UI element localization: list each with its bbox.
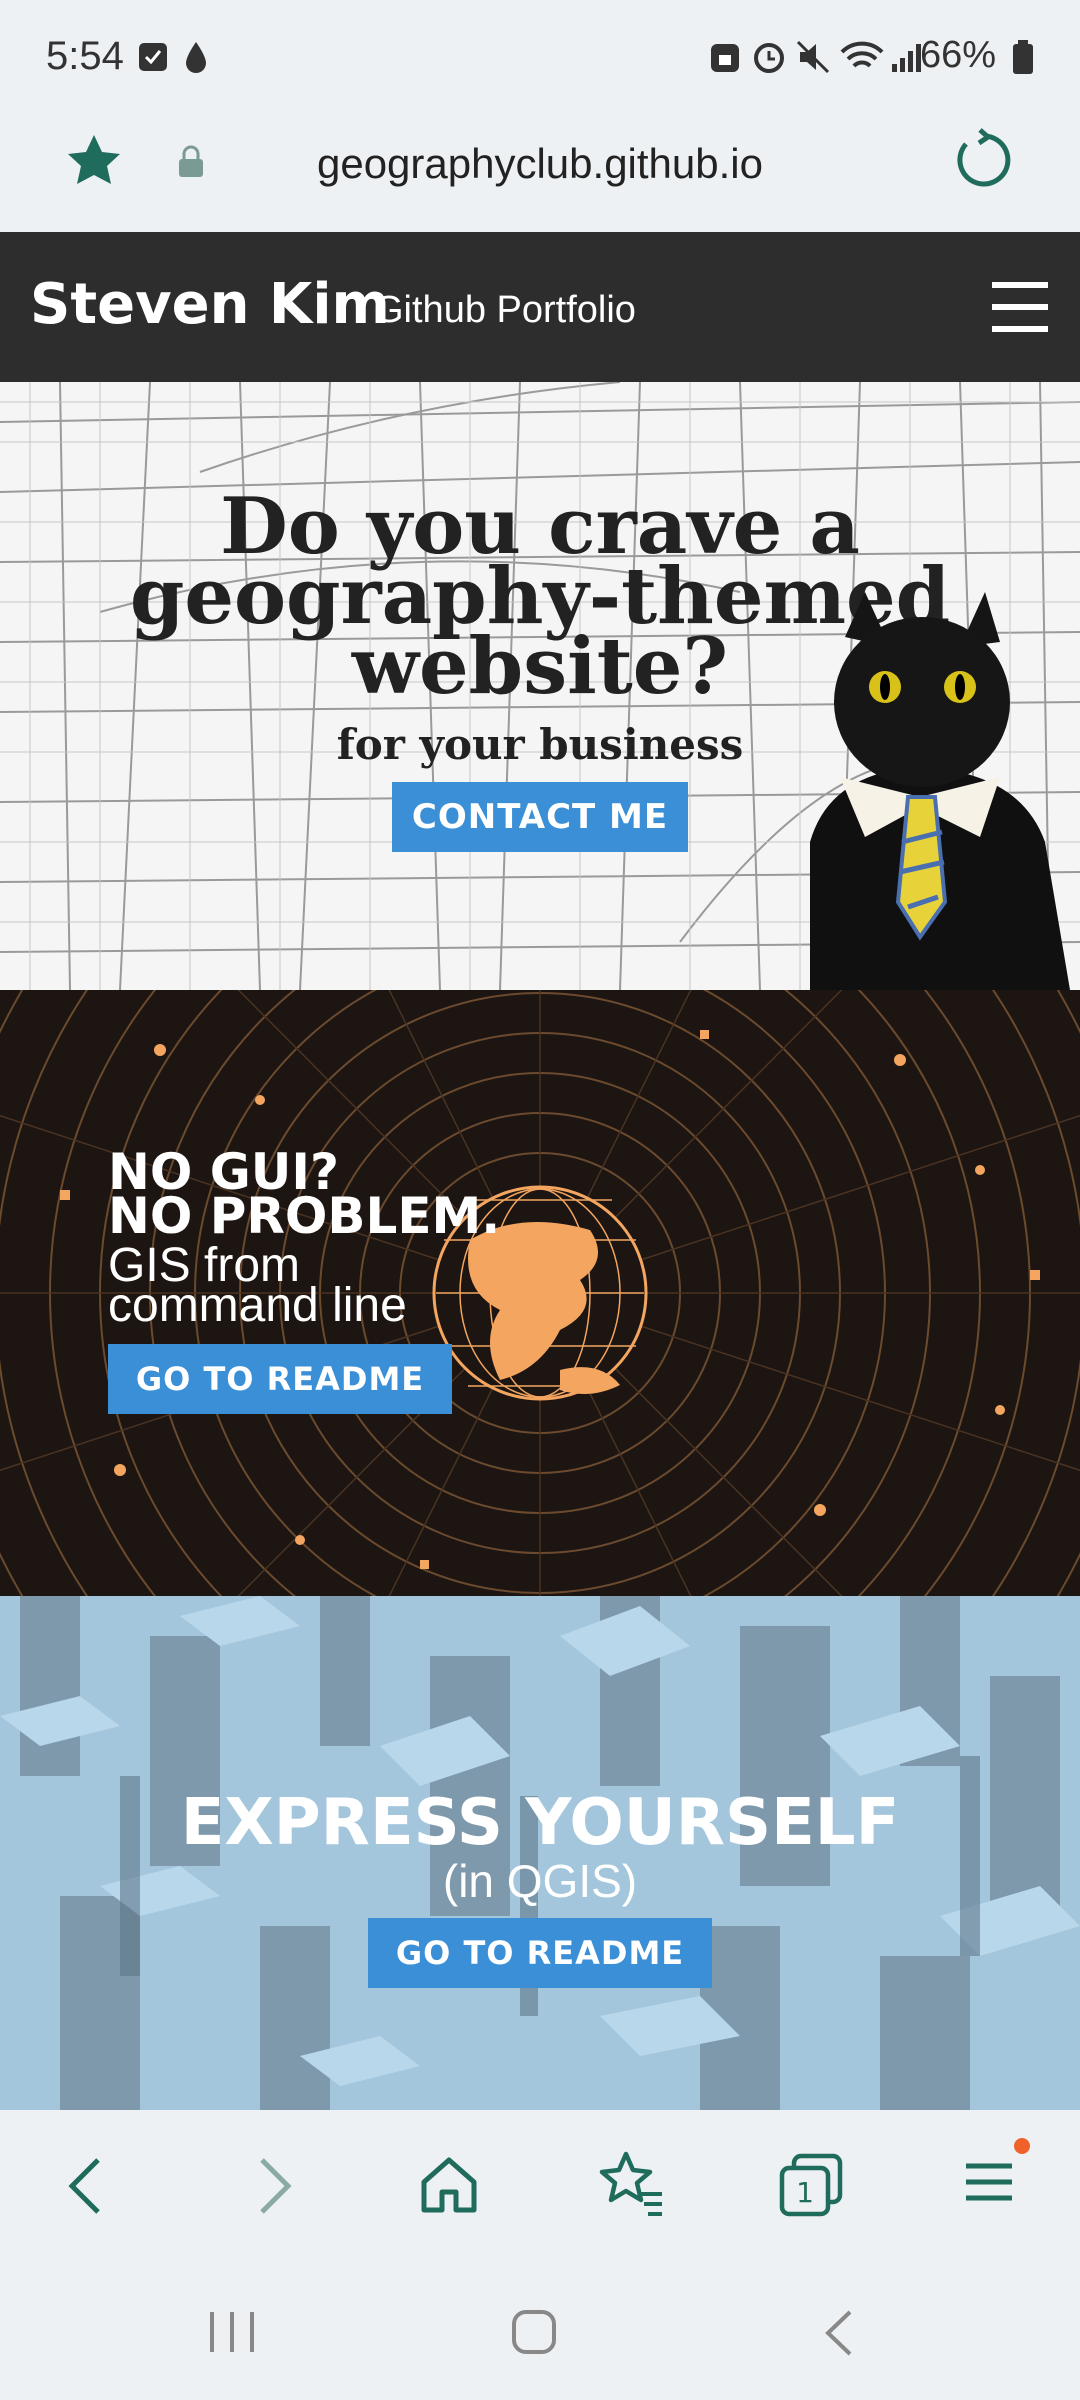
hero2-line2: NO PROBLEM. xyxy=(108,1187,501,1245)
system-back-icon[interactable] xyxy=(820,2308,856,2358)
bookmarks-icon[interactable] xyxy=(596,2150,666,2218)
back-arrow-icon[interactable] xyxy=(66,2156,106,2216)
browser-toolbar: 1 xyxy=(0,2110,1080,2260)
status-bar: 5:54 66% xyxy=(0,0,1080,120)
recent-apps-icon[interactable] xyxy=(206,2310,258,2354)
status-time: 5:54 xyxy=(46,34,124,78)
battery-icon xyxy=(1013,40,1033,74)
home-button-icon[interactable] xyxy=(510,2308,558,2356)
qgis-readme-button[interactable]: GO TO README xyxy=(368,1918,712,1988)
site-owner-name[interactable]: Steven Kim xyxy=(30,272,390,337)
url-text[interactable]: geographyclub.github.io xyxy=(0,140,1080,188)
alarm-icon xyxy=(754,43,784,73)
hero2-subheading: GIS from command line xyxy=(108,1242,407,1332)
wifi-icon xyxy=(840,41,884,68)
svg-text:1: 1 xyxy=(796,2176,814,2209)
checkbox-notification-icon xyxy=(139,43,167,71)
hero-geography-website: Do you crave a geography-themed website?… xyxy=(0,382,1080,990)
hero3-subtitle: (in QGIS) xyxy=(442,1855,638,1907)
contact-me-button[interactable]: CONTACT ME xyxy=(392,782,688,852)
hero2-line4: command line xyxy=(108,1279,407,1332)
hero-express-yourself: EXPRESS YOURSELF (in QGIS) GO TO README xyxy=(0,1596,1080,2110)
site-header: Steven Kim Github Portfolio xyxy=(0,232,1080,382)
mute-icon xyxy=(796,40,830,74)
browser-address-bar: geographyclub.github.io xyxy=(0,120,1080,232)
site-subtitle: Github Portfolio xyxy=(374,289,636,331)
gis-readme-button[interactable]: GO TO README xyxy=(108,1344,452,1414)
hero-gis-command-line: NO GUI? NO PROBLEM. GIS from command lin… xyxy=(0,990,1080,1596)
menu-icon[interactable] xyxy=(962,2136,1032,2216)
forward-arrow-icon[interactable] xyxy=(254,2156,294,2216)
reload-icon[interactable] xyxy=(954,128,1014,190)
battery-percent: 66% xyxy=(919,34,996,76)
home-icon[interactable] xyxy=(418,2154,480,2216)
hamburger-menu-icon[interactable] xyxy=(992,280,1048,334)
cat-in-tie-image xyxy=(810,592,1070,990)
tabs-icon[interactable]: 1 xyxy=(778,2152,844,2218)
drop-notification-icon xyxy=(186,42,206,73)
lock-notification-icon xyxy=(711,44,739,72)
hero3-title: EXPRESS YOURSELF xyxy=(180,1786,900,1860)
system-navigation-bar xyxy=(0,2260,1080,2400)
hero2-heading: NO GUI? NO PROBLEM. xyxy=(108,1147,501,1245)
